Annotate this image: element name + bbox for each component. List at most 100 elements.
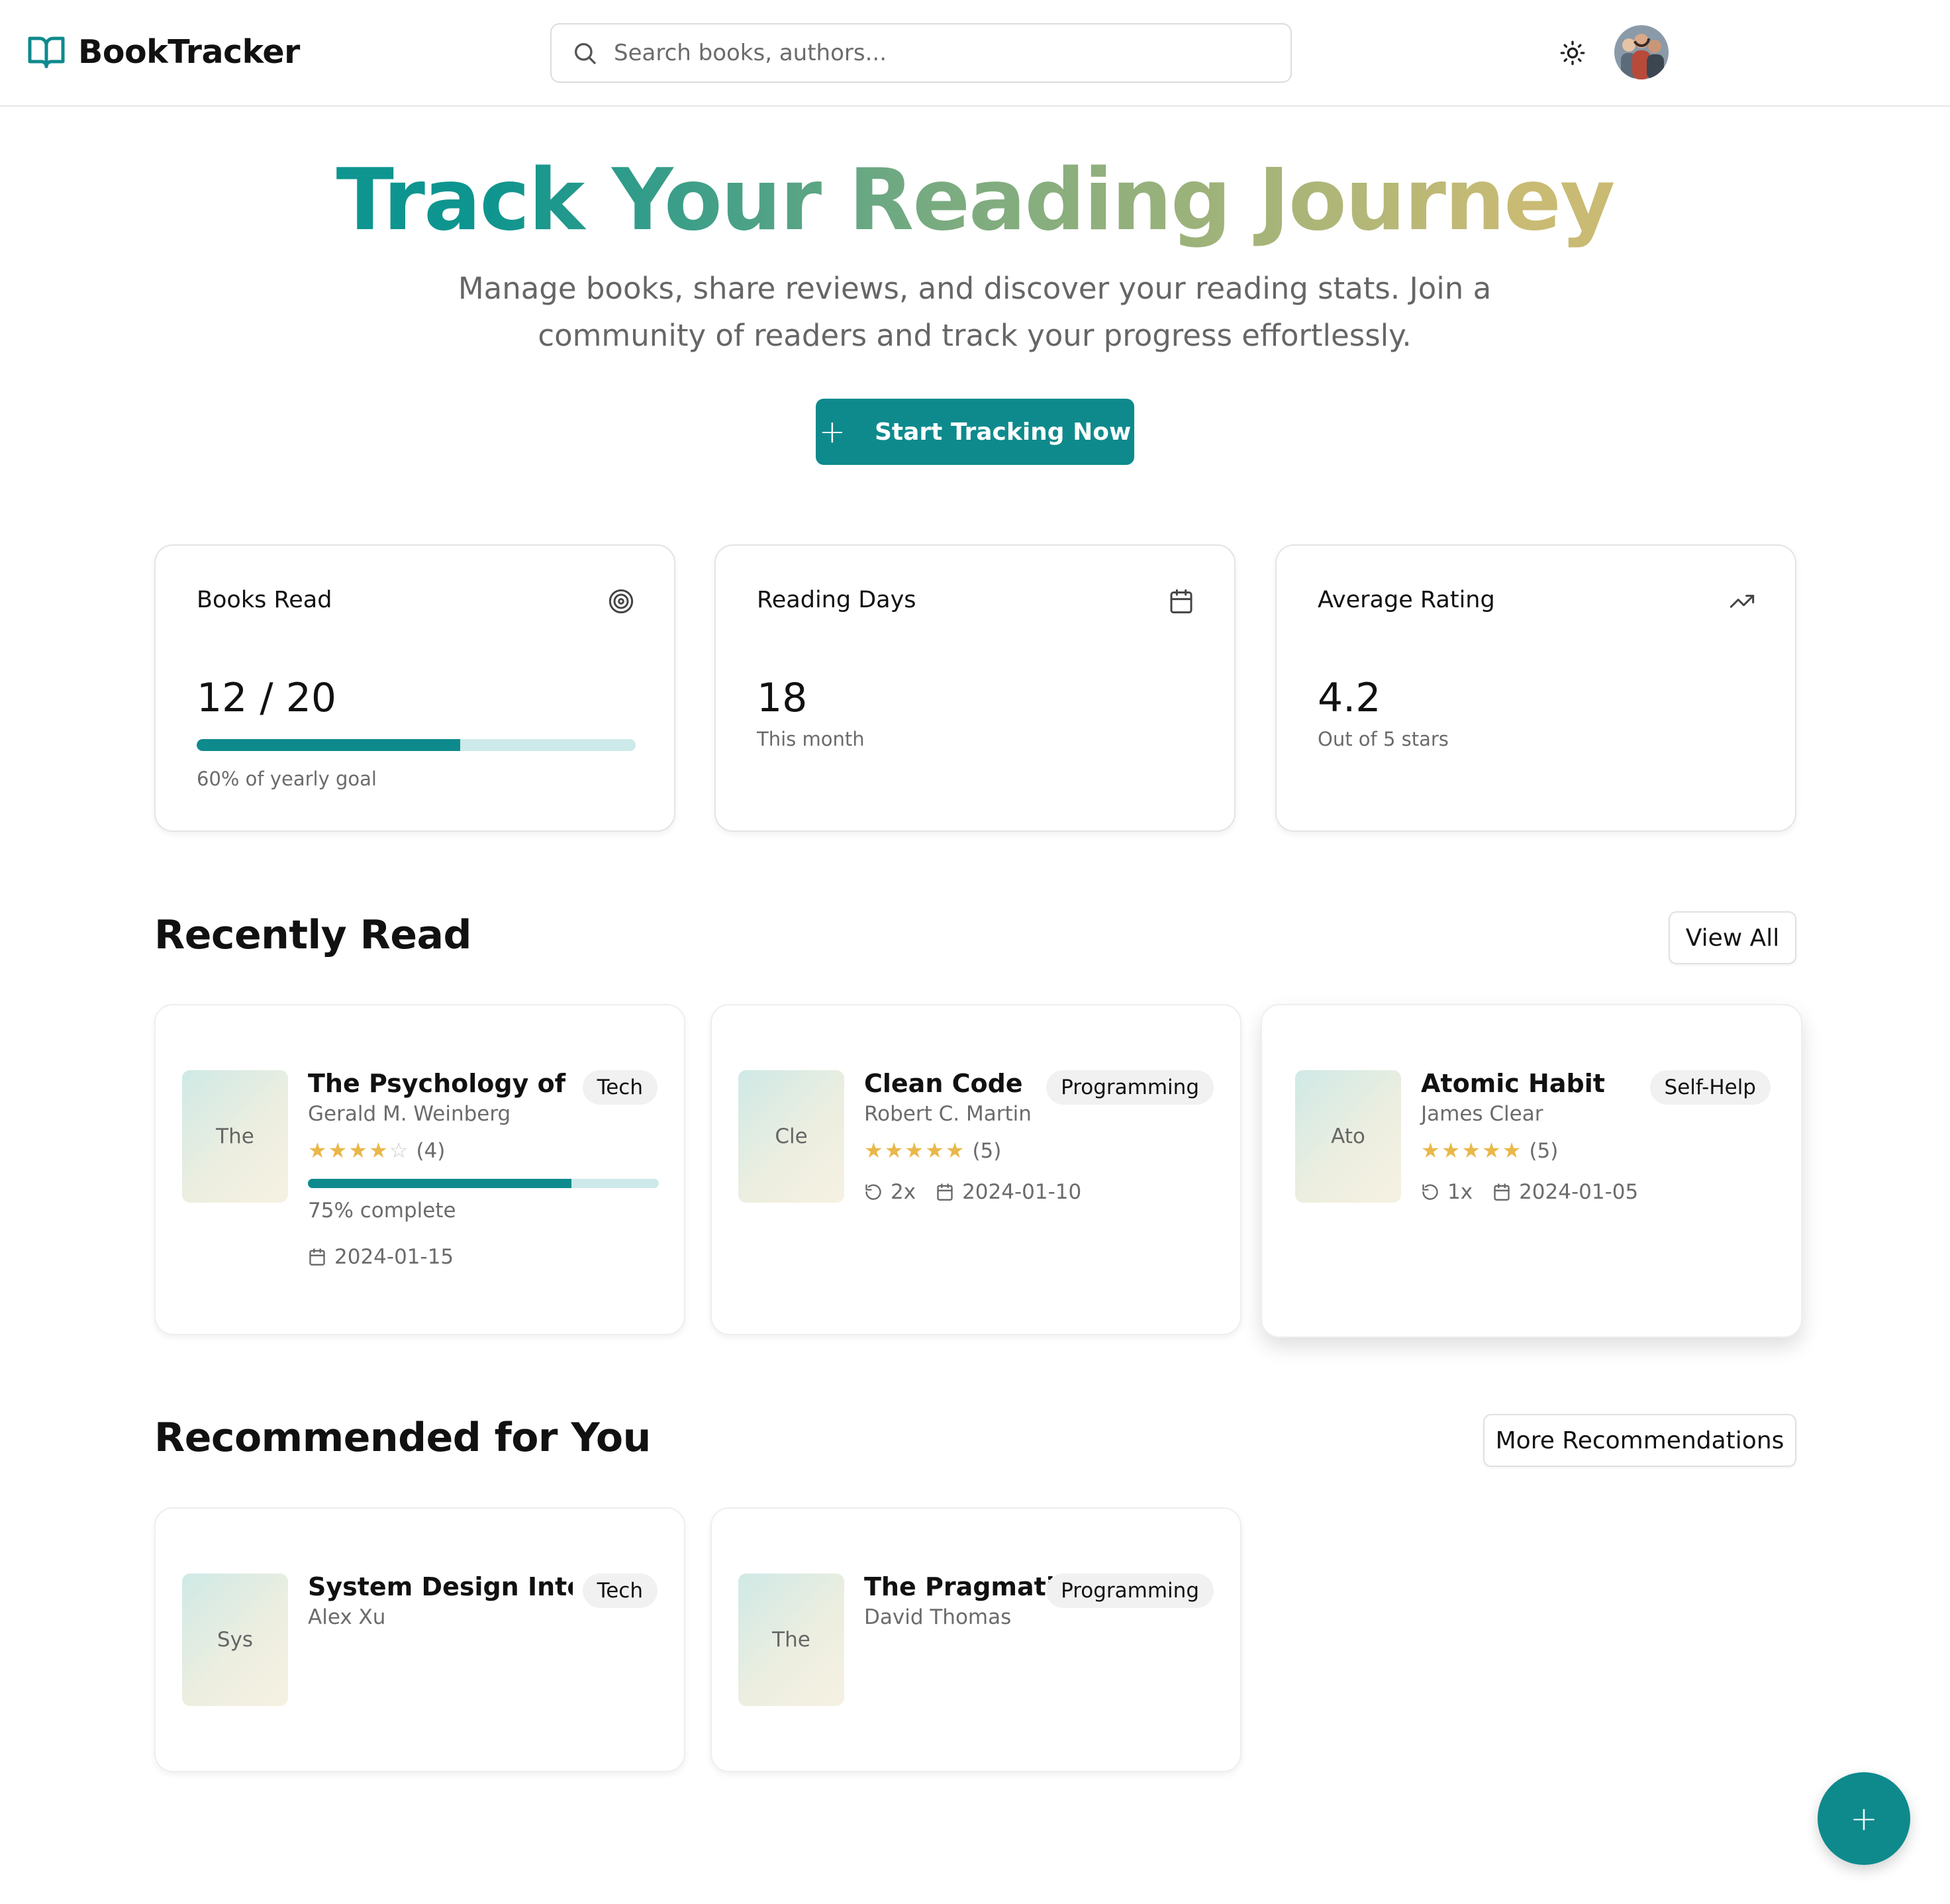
- star-filled-icon: ★: [904, 1138, 924, 1163]
- book-author: Gerald M. Weinberg: [308, 1102, 511, 1126]
- progress-label: 75% complete: [308, 1199, 456, 1223]
- star-filled-icon: ★: [925, 1138, 944, 1163]
- stat-card-reading-days: Reading Days 18 This month: [714, 544, 1236, 832]
- trending-up-icon: [1730, 595, 1755, 608]
- yearly-goal-progress-bar: [197, 739, 636, 751]
- stars: ★★★★☆: [308, 1139, 409, 1163]
- target-icon: [609, 589, 634, 614]
- plus-icon: +: [818, 413, 846, 450]
- star-filled-icon: ★: [1461, 1138, 1481, 1163]
- stat-subtext: 60% of yearly goal: [197, 768, 377, 790]
- date-text: 2024-01-15: [334, 1245, 454, 1269]
- star-rating: ★★★★★ (5): [1421, 1139, 1558, 1163]
- reread-icon: [1422, 1184, 1438, 1200]
- app-name: BookTracker: [78, 32, 300, 71]
- genre-tag: Programming: [1046, 1070, 1214, 1105]
- genre-tag: Self-Help: [1649, 1070, 1771, 1105]
- rating-count: (5): [972, 1139, 1002, 1163]
- star-filled-icon: ★: [328, 1138, 348, 1163]
- view-all-button[interactable]: View All: [1669, 911, 1796, 964]
- reread-icon: [865, 1184, 881, 1200]
- recommendation-card[interactable]: The The Pragmati... David Thomas Program…: [710, 1507, 1242, 1772]
- hero-subtitle: Manage books, share reviews, and discove…: [458, 271, 1492, 353]
- book-title: System Design Inter...: [308, 1572, 573, 1601]
- top-header: BookTracker: [0, 0, 1950, 107]
- stars: ★★★★★: [1421, 1139, 1522, 1163]
- book-title: Atomic Habits: [1421, 1069, 1606, 1098]
- start-tracking-label: Start Tracking Now: [874, 418, 1132, 446]
- book-cover: The: [738, 1574, 844, 1706]
- book-cover: Ato: [1295, 1070, 1401, 1203]
- date-text: 2024-01-10: [962, 1180, 1082, 1204]
- book-cover: Sys: [182, 1574, 288, 1706]
- progress-fill: [197, 739, 460, 751]
- add-book-fab-button[interactable]: +: [1818, 1772, 1910, 1865]
- star-filled-icon: ★: [1441, 1138, 1461, 1163]
- calendar-icon: [937, 1183, 953, 1201]
- stat-card-average-rating: Average Rating 4.2 Out of 5 stars: [1275, 544, 1796, 832]
- genre-tag: Tech: [582, 1070, 658, 1105]
- recommended-heading: Recommended for You: [154, 1415, 651, 1461]
- book-card[interactable]: Cle Clean Code Robert C. Martin Programm…: [710, 1004, 1242, 1335]
- calendar-icon: [309, 1248, 325, 1266]
- read-meta: 1x 2024-01-05: [1421, 1180, 1638, 1204]
- date-text: 2024-01-05: [1519, 1180, 1639, 1204]
- stat-card-books-read: Books Read 12 / 20 60% of yearly goal: [154, 544, 675, 832]
- genre-tag: Tech: [582, 1574, 658, 1608]
- star-filled-icon: ★: [945, 1138, 965, 1163]
- rating-count: (4): [416, 1139, 446, 1163]
- search-icon: [575, 43, 596, 64]
- stat-title: Books Read: [197, 587, 332, 613]
- read-date: 2024-01-15: [308, 1245, 454, 1269]
- recently-read-heading: Recently Read: [154, 912, 471, 958]
- stat-title: Reading Days: [757, 587, 916, 613]
- book-card[interactable]: Ato Atomic Habits James Clear Self-Help …: [1261, 1004, 1802, 1338]
- reading-progress-bar: [308, 1179, 659, 1188]
- genre-tag: Programming: [1046, 1574, 1214, 1608]
- book-title: The Psychology of P...: [308, 1069, 573, 1098]
- book-title: Clean Code: [864, 1069, 1023, 1098]
- book-cover: The: [182, 1070, 288, 1203]
- start-tracking-button[interactable]: + Start Tracking Now: [816, 399, 1134, 465]
- book-author: Robert C. Martin: [864, 1102, 1032, 1126]
- star-rating: ★★★★☆ (4): [308, 1139, 445, 1163]
- star-filled-icon: ★: [348, 1138, 368, 1163]
- stat-value: 4.2: [1318, 675, 1381, 721]
- book-author: David Thomas: [864, 1605, 1012, 1629]
- book-author: Alex Xu: [308, 1605, 386, 1629]
- sun-icon: [1560, 40, 1585, 66]
- book-title: The Pragmati...: [864, 1572, 1056, 1601]
- star-filled-icon: ★: [369, 1138, 388, 1163]
- star-filled-icon: ★: [1482, 1138, 1501, 1163]
- read-count: 2x: [891, 1180, 916, 1204]
- star-filled-icon: ★: [308, 1138, 327, 1163]
- star-filled-icon: ★: [884, 1138, 904, 1163]
- theme-toggle-button[interactable]: [1557, 37, 1588, 69]
- search-input[interactable]: [614, 40, 1210, 66]
- more-recommendations-button[interactable]: More Recommendations: [1483, 1414, 1796, 1467]
- star-rating: ★★★★★ (5): [864, 1139, 1001, 1163]
- read-meta: 2x 2024-01-10: [864, 1180, 1081, 1204]
- star-filled-icon: ★: [1502, 1138, 1522, 1163]
- book-open-icon: [28, 36, 65, 68]
- stat-subtext: Out of 5 stars: [1318, 728, 1449, 750]
- stat-subtext: This month: [757, 728, 865, 750]
- stars: ★★★★★: [864, 1139, 965, 1163]
- star-filled-icon: ★: [864, 1138, 883, 1163]
- avatar-image: [1614, 25, 1669, 79]
- stat-title: Average Rating: [1318, 587, 1495, 613]
- progress-fill: [308, 1179, 571, 1188]
- calendar-icon: [1170, 589, 1193, 614]
- user-avatar[interactable]: [1614, 25, 1669, 79]
- read-count: 1x: [1447, 1180, 1473, 1204]
- recommendation-card[interactable]: Sys System Design Inter... Alex Xu Tech: [154, 1507, 685, 1772]
- stat-value: 18: [757, 675, 808, 721]
- app-logo[interactable]: BookTracker: [26, 32, 300, 72]
- hero-title: Track Your Reading Journey: [0, 151, 1950, 250]
- calendar-icon: [1494, 1183, 1510, 1201]
- search-bar[interactable]: [550, 23, 1292, 83]
- book-author: James Clear: [1421, 1102, 1543, 1126]
- rating-count: (5): [1529, 1139, 1559, 1163]
- book-card[interactable]: The The Psychology of P... Gerald M. Wei…: [154, 1004, 685, 1335]
- book-cover: Cle: [738, 1070, 844, 1203]
